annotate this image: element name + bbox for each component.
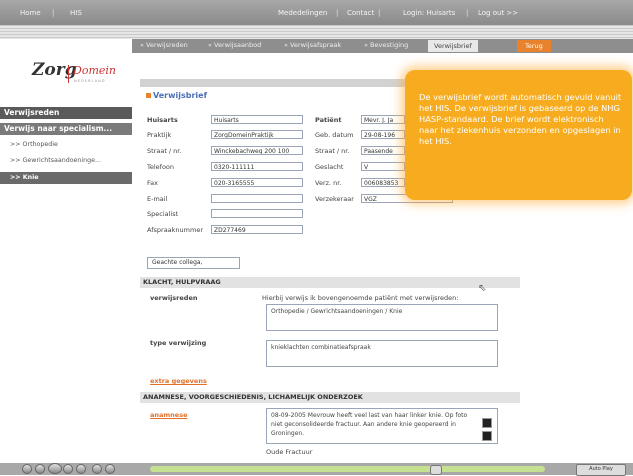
nav-separator: | bbox=[336, 9, 339, 17]
patient-straat-field[interactable]: Paasende bbox=[361, 146, 405, 155]
next-icon[interactable] bbox=[63, 464, 73, 474]
sidebar-item-orthopedie[interactable]: >> Orthopedie bbox=[10, 141, 58, 148]
logo-country-text: NEDERLAND bbox=[74, 79, 106, 83]
nav-home-link[interactable]: Home bbox=[20, 9, 41, 17]
praktijk-label: Praktijk bbox=[147, 131, 172, 139]
wizard-tab-bar: « Verwijsreden « Verwijsaanbod « Verwijs… bbox=[132, 39, 633, 53]
tab-verwijsbrief[interactable]: Verwijsbrief bbox=[428, 40, 478, 52]
logo-domein-text: Domein bbox=[73, 64, 116, 77]
type-verwijzing-label: type verwijzing bbox=[150, 339, 207, 347]
autoplay-button[interactable]: Auto Play bbox=[576, 464, 626, 476]
nav-separator: | bbox=[466, 9, 469, 17]
sidebar-header-specialism[interactable]: Verwijs naar specialism... bbox=[0, 123, 132, 135]
volume-icon[interactable] bbox=[92, 464, 102, 474]
info-tooltip: De verwijsbrief wordt automatisch gevuld… bbox=[405, 70, 632, 200]
fax-field[interactable]: 020-3165555 bbox=[211, 178, 303, 187]
page-title: Verwijsbrief bbox=[153, 91, 208, 100]
telefoon-field[interactable]: 0320-111111 bbox=[211, 162, 303, 171]
sidebar-item-knie[interactable]: >> Knie bbox=[0, 172, 132, 184]
logo-zorg-text: Zorg bbox=[32, 60, 77, 80]
zorgdomein-logo: Zorg Domein NEDERLAND bbox=[30, 60, 120, 90]
nav-mededelingen-link[interactable]: Mededelingen bbox=[278, 9, 327, 17]
sidebar-header-verwijsreden[interactable]: Verwijsreden bbox=[0, 107, 132, 119]
tab-bevestiging[interactable]: » Bevestiging bbox=[364, 41, 408, 51]
verz-nr-label: Verz. nr. bbox=[315, 179, 342, 187]
scroll-down-icon[interactable] bbox=[482, 431, 492, 441]
play-icon[interactable] bbox=[48, 463, 62, 474]
geslacht-field[interactable]: V bbox=[361, 162, 405, 171]
anamnese-section-header: ANAMNESE, VOORGESCHIEDENIS, LICHAMELIJK … bbox=[140, 392, 520, 403]
straat-field[interactable]: Winckebachweg 200 100 bbox=[211, 146, 303, 155]
extra-gegevens-link[interactable]: extra gegevens bbox=[150, 377, 207, 385]
afspraaknummer-label: Afspraaknummer bbox=[147, 226, 203, 234]
mouse-cursor-icon: ⇖ bbox=[478, 283, 487, 294]
playback-control-bar: Auto Play bbox=[0, 463, 633, 476]
geslacht-label: Geslacht bbox=[315, 163, 344, 171]
praktijk-field[interactable]: ZorgDomeinPraktijk bbox=[211, 130, 303, 139]
verwijsreden-textarea[interactable]: Orthopedie / Gewrichtsaandoeningen / Kni… bbox=[266, 304, 498, 331]
verzekeraar-label: Verzekeraar bbox=[315, 195, 354, 203]
straat-label: Straat / nr. bbox=[147, 147, 182, 155]
progress-track[interactable] bbox=[150, 466, 545, 472]
specialist-field[interactable] bbox=[211, 209, 303, 218]
patient-field[interactable]: Mevr. J. Ja bbox=[361, 115, 405, 124]
header-stripe bbox=[0, 25, 633, 39]
verwijsreden-intro: Hierbij verwijs ik bovengenoemde patiënt… bbox=[262, 294, 459, 302]
verwijsreden-label: verwijsreden bbox=[150, 294, 198, 302]
anamnese-link[interactable]: anamnese bbox=[150, 411, 188, 419]
email-label: E-mail bbox=[147, 195, 168, 203]
mute-icon[interactable] bbox=[105, 464, 115, 474]
patient-straat-label: Straat / nr. bbox=[315, 147, 350, 155]
verz-nr-field[interactable]: 006083853 bbox=[361, 178, 405, 187]
login-status: Login: Huisarts bbox=[403, 9, 456, 17]
patient-label: Patiënt bbox=[315, 116, 342, 124]
nav-separator: | bbox=[52, 9, 55, 17]
type-verwijzing-textarea[interactable]: knieklachten combinatieafspraak bbox=[266, 340, 498, 367]
back-button[interactable]: Terug bbox=[517, 40, 551, 52]
progress-knob[interactable] bbox=[430, 465, 442, 475]
anamnese-textarea[interactable]: 08-09-2005 Mevrouw heeft veel last van h… bbox=[266, 408, 498, 444]
nav-his-link[interactable]: HIS bbox=[70, 9, 82, 17]
tab-verwijsaanbod[interactable]: « Verwijsaanbod bbox=[208, 41, 261, 51]
scroll-up-icon[interactable] bbox=[482, 418, 492, 428]
nav-separator: | bbox=[378, 9, 381, 17]
email-field[interactable] bbox=[211, 194, 303, 203]
geb-datum-field[interactable]: 29-08-196 bbox=[361, 130, 405, 139]
telefoon-label: Telefoon bbox=[147, 163, 175, 171]
aanhef-field[interactable]: Geachte collega, bbox=[147, 257, 240, 269]
top-navigation-bar: Home | HIS Mededelingen | Contact | Logi… bbox=[0, 0, 633, 25]
previous-icon[interactable] bbox=[35, 464, 45, 474]
title-bullet-icon bbox=[146, 93, 151, 98]
tab-verwijsafspraak[interactable]: « Verwijsafspraak bbox=[284, 41, 341, 51]
afspraaknummer-field[interactable]: ZD277469 bbox=[211, 225, 303, 234]
stop-icon[interactable] bbox=[76, 464, 86, 474]
huisarts-field[interactable]: Huisarts bbox=[211, 115, 303, 124]
geb-datum-label: Geb. datum bbox=[315, 131, 354, 139]
logout-link[interactable]: Log out >> bbox=[478, 9, 518, 17]
logo-divider bbox=[68, 65, 69, 83]
oude-fractuur-text: Oude Fractuur bbox=[266, 448, 313, 456]
nav-contact-link[interactable]: Contact bbox=[347, 9, 374, 17]
klacht-section-header: KLACHT, HULPVRAAG bbox=[140, 277, 520, 288]
huisarts-label: Huisarts bbox=[147, 116, 178, 124]
sidebar-item-gewrichtsaandoeningen[interactable]: >> Gewrichtsaandoeninge... bbox=[10, 157, 101, 164]
fax-label: Fax bbox=[147, 179, 158, 187]
rewind-icon[interactable] bbox=[22, 464, 32, 474]
specialist-label: Specialist bbox=[147, 210, 179, 218]
tab-verwijsreden[interactable]: « Verwijsreden bbox=[140, 41, 188, 51]
